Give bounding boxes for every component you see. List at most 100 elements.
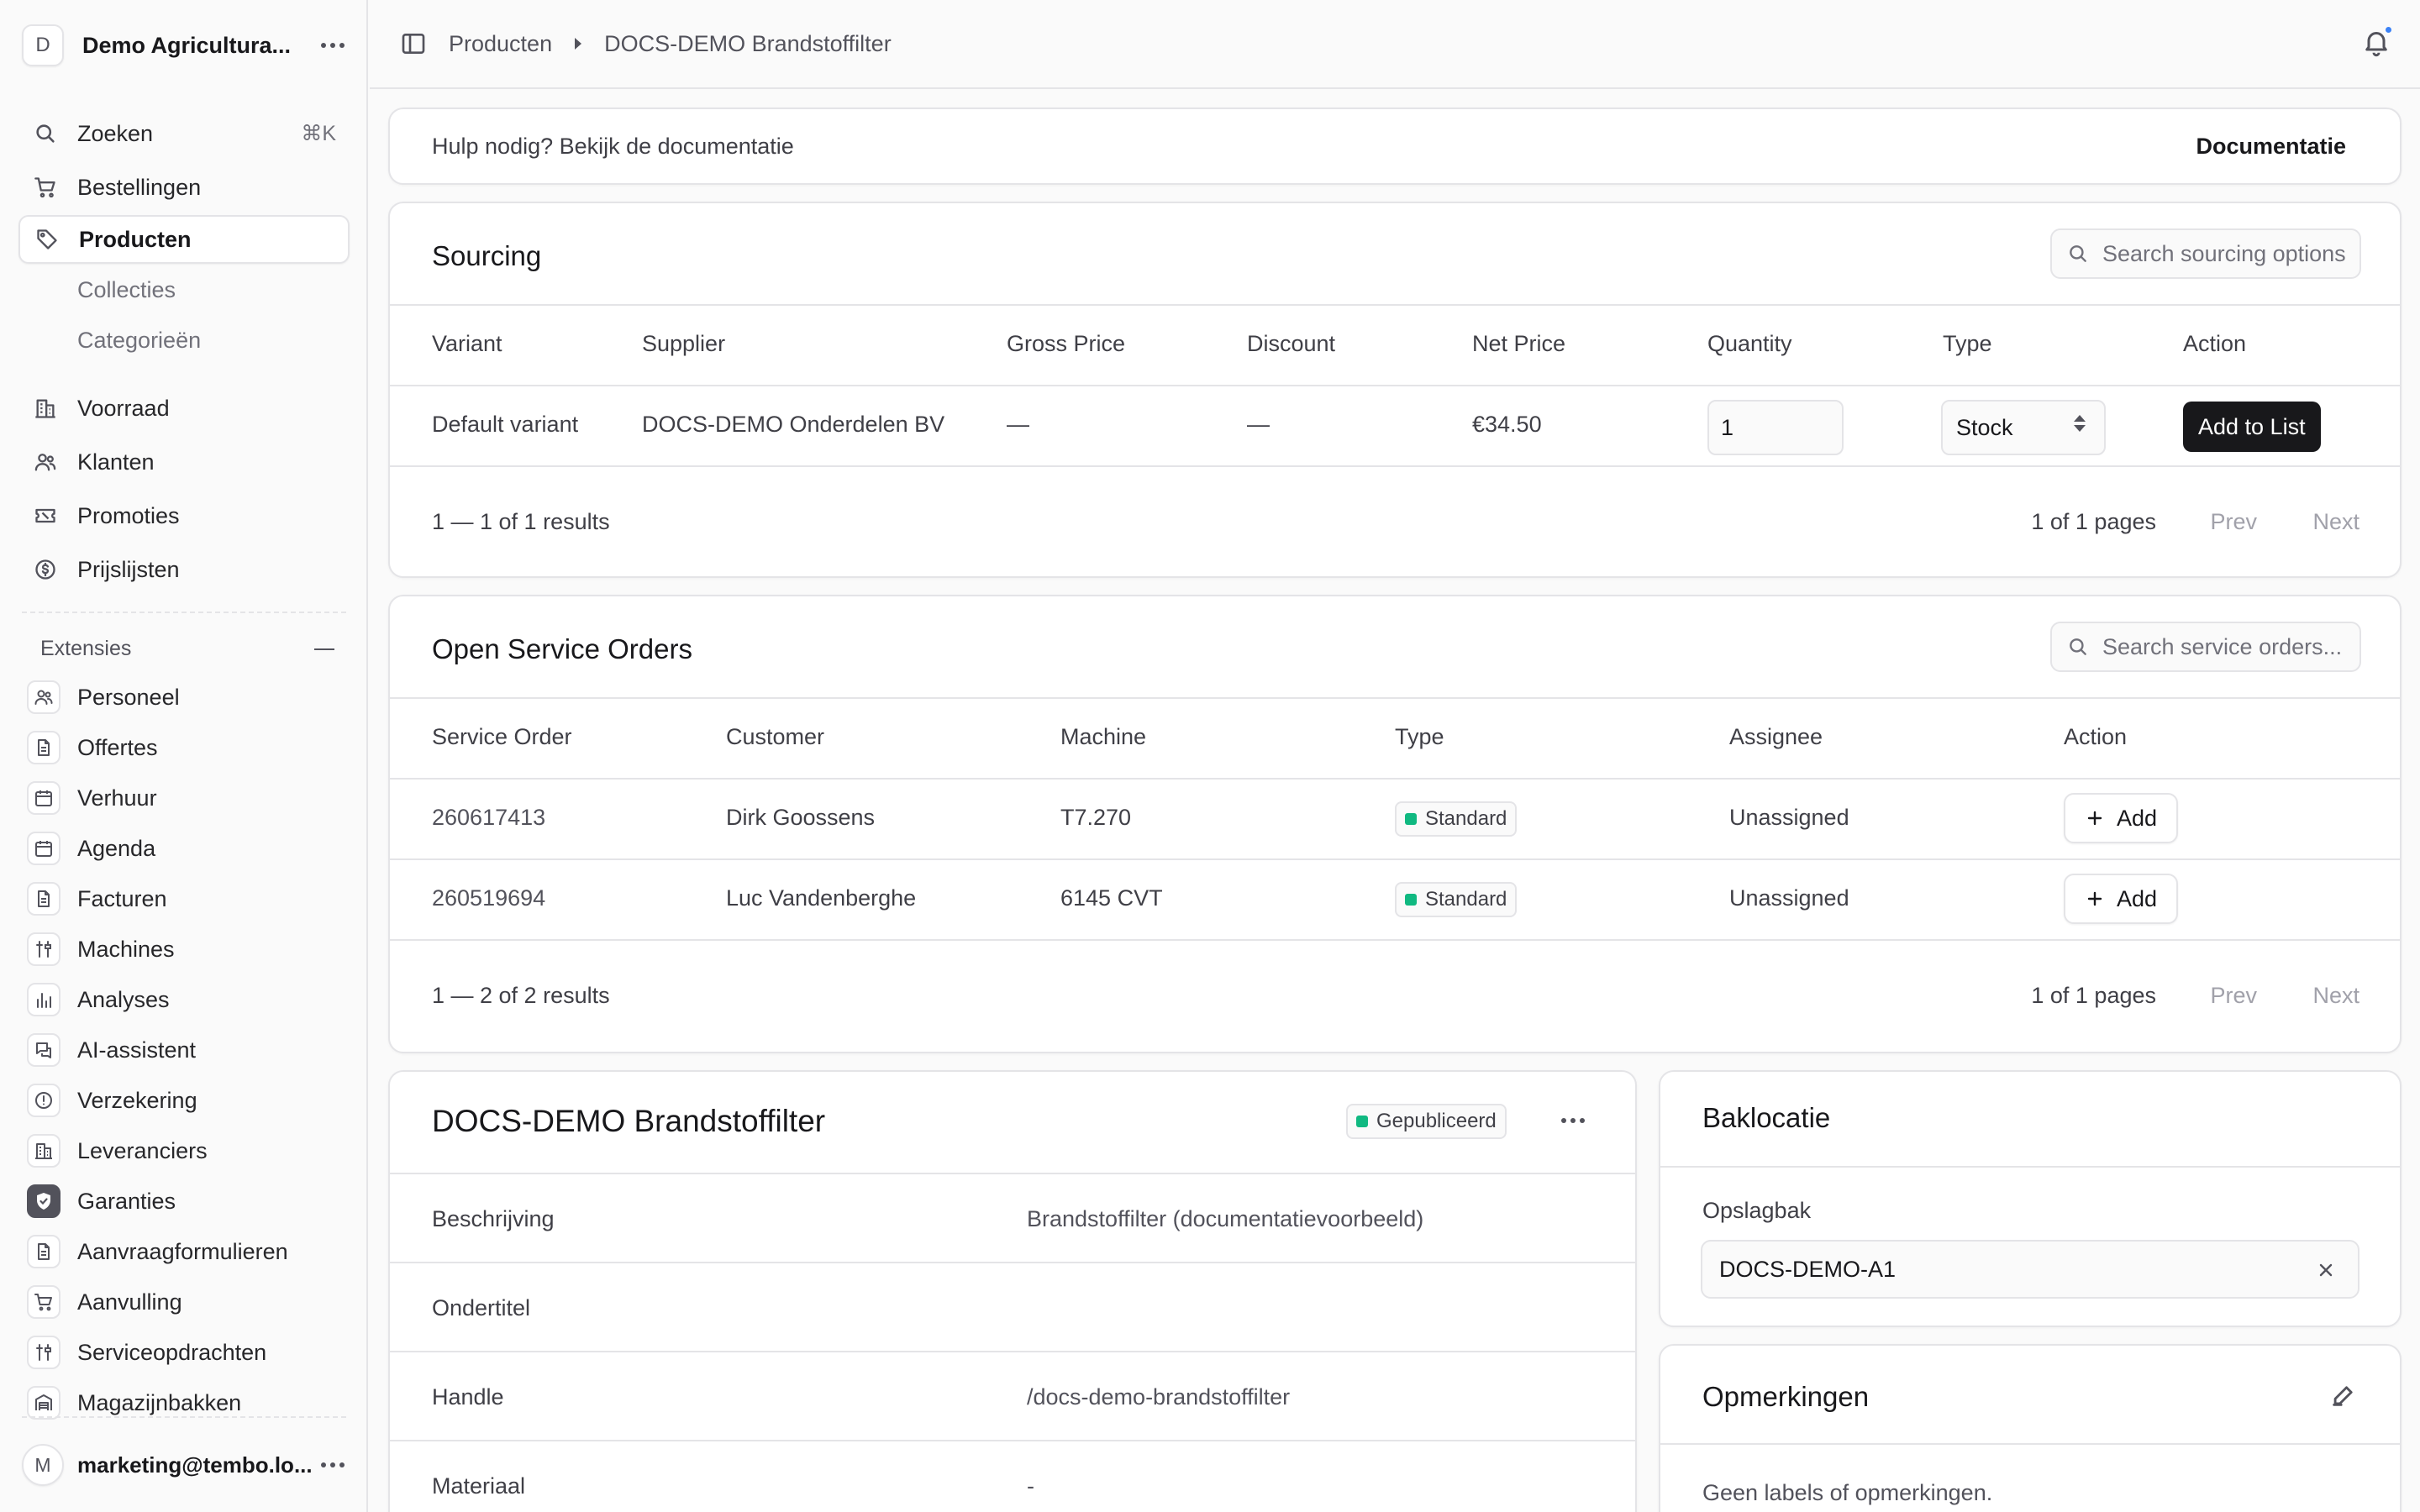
table-row: 260617413 Dirk Goossens T7.270 Standard Unas… [390,780,2400,860]
sidebar-extension-item[interactable]: Aanvulling [27,1284,182,1320]
sidebar-extension-item[interactable]: Garanties [27,1183,176,1220]
bell-icon[interactable] [2361,25,2393,63]
tag-icon [32,224,62,255]
results-count: 1 — 2 of 2 results [432,983,610,1008]
sidebar-extension-item[interactable]: Leveranciers [27,1132,208,1169]
field-label: Ondertitel [432,1295,531,1320]
sidebar-extension-item[interactable]: Aanvraagformulieren [27,1233,288,1270]
sidebar-item-promoties[interactable]: Promoties [18,491,350,540]
sidebar-item-klanten[interactable]: Klanten [18,438,350,486]
sourcing-search-input[interactable] [2102,240,2346,267]
sidebar-search-label: Zoeken [77,120,154,146]
sidebar: D Demo Agricultura... Zoeken ⌘K Bestelli… [0,0,368,1512]
sidebar-subitem-categorieen[interactable]: Categorieën [77,328,201,354]
sidebar-extension-item[interactable]: AI-assistent [27,1032,196,1068]
column-header: Service Order [432,724,572,749]
sidebar-extension-item[interactable]: Personeel [27,679,180,716]
service-order-cell[interactable]: 260519694 [432,885,545,911]
next-button[interactable]: Next [2312,509,2360,535]
field-value: - [1027,1473,1034,1499]
column-header: Action [2183,331,2247,356]
dollar-icon [30,554,60,585]
topbar: Producten DOCS-DEMO Brandstoffilter [370,0,2420,89]
more-icon[interactable] [316,1462,350,1468]
prev-button[interactable]: Prev [2210,983,2257,1009]
sidebar-extension-item[interactable]: Offertes [27,729,158,766]
sidebar-extension-item[interactable]: Facturen [27,880,167,917]
users-icon [30,447,60,477]
sidebar-extension-label: Verhuur [77,785,157,811]
machine-cell: 6145 CVT [1060,885,1163,911]
bin-value: DOCS-DEMO-A1 [1719,1256,1897,1282]
sidebar-extension-label: Garanties [77,1188,176,1214]
sidebar-extension-item[interactable]: Analyses [27,981,170,1018]
sidebar-extension-item[interactable]: Machines [27,931,175,968]
collapse-icon[interactable] [314,648,334,650]
bin-select[interactable]: DOCS-DEMO-A1 [1701,1240,2360,1299]
sourcing-card: Sourcing Variant Supplier Gross Price Di… [388,202,2402,578]
add-service-order-button[interactable]: Add [2064,793,2178,843]
prev-button[interactable]: Prev [2210,509,2257,535]
ticket-icon [30,501,60,531]
service-orders-search-input[interactable] [2102,633,2346,660]
search-icon [2067,636,2089,658]
sidebar-item-voorraad[interactable]: Voorraad [18,384,350,433]
help-text: Hulp nodig? Bekijk de documentatie [432,133,794,159]
service-orders-title: Open Service Orders [432,633,692,664]
field-row-description: Beschrijving Brandstoffilter (documentat… [390,1173,1635,1262]
card-divider [1660,1166,2400,1168]
variant-cell: Default variant [432,412,579,437]
edit-icon[interactable] [2329,1381,2358,1415]
more-icon[interactable] [316,42,350,49]
sidebar-subitem-collecties[interactable]: Collecties [77,277,176,303]
sidebar-item-label: Prijslijsten [77,556,180,582]
breadcrumb-item-current: DOCS-DEMO Brandstoffilter [604,30,892,56]
sidebar-toggle-icon[interactable] [400,30,427,57]
type-select[interactable]: Stock [1941,400,2106,455]
field-label: Materiaal [432,1473,526,1499]
sidebar-item-producten[interactable]: Producten [18,215,350,264]
shield-icon [27,1184,60,1218]
sidebar-extension-item[interactable]: Verzekering [27,1082,197,1119]
sidebar-search[interactable]: Zoeken ⌘K [18,109,350,158]
field-value: /docs-demo-brandstoffilter [1027,1384,1291,1410]
extensions-header[interactable]: Extensies [40,637,334,661]
more-icon[interactable] [1556,1117,1590,1124]
sourcing-search[interactable] [2050,228,2361,279]
breadcrumb: Producten DOCS-DEMO Brandstoffilter [449,31,892,57]
sidebar-extension-item[interactable]: Serviceopdrachten [27,1334,266,1371]
bin-label: Opslagbak [1702,1198,1812,1223]
product-title: DOCS-DEMO Brandstoffilter [432,1104,826,1138]
sidebar-extension-label: Leveranciers [77,1137,208,1163]
document-icon [27,882,60,916]
building-icon [27,1134,60,1168]
quantity-input[interactable]: 1 [1707,400,1844,455]
clear-icon[interactable] [2316,1260,2336,1280]
status-dot [1405,813,1417,825]
machine-cell: T7.270 [1060,805,1132,830]
sidebar-extension-label: Personeel [77,684,180,710]
sidebar-divider [22,612,346,613]
sidebar-item-prijslijsten[interactable]: Prijslijsten [18,545,350,594]
user-menu[interactable]: M marketing@tembo.lo... [22,1441,350,1488]
field-label: Handle [432,1384,504,1410]
service-order-cell[interactable]: 260617413 [432,805,545,831]
service-orders-card: Open Service Orders Service Order Custom… [388,595,2402,1053]
sidebar-item-bestellingen[interactable]: Bestellingen [18,163,350,212]
sidebar-extension-item[interactable]: Verhuur [27,780,157,816]
service-orders-search[interactable] [2050,622,2361,672]
sourcing-pagination: 1 — 1 of 1 results 1 of 1 pages Prev Nex… [390,469,2400,576]
add-service-order-button[interactable]: Add [2064,874,2178,924]
sidebar-extension-item[interactable]: Agenda [27,830,155,867]
sidebar-item-label: Voorraad [77,395,170,421]
notes-title: Opmerkingen [1702,1381,1870,1412]
field-value: Brandstoffilter (documentatievoorbeeld) [1027,1206,1424,1231]
add-to-list-button[interactable]: Add to List [2183,402,2321,452]
column-header: Machine [1060,724,1147,749]
next-button[interactable]: Next [2312,983,2360,1009]
store-switcher[interactable]: D Demo Agricultura... [22,22,350,69]
documentation-link[interactable]: Documentatie [2196,134,2346,160]
extensions-title: Extensies [40,637,132,660]
breadcrumb-item[interactable]: Producten [449,31,552,57]
search-icon [2067,243,2089,265]
